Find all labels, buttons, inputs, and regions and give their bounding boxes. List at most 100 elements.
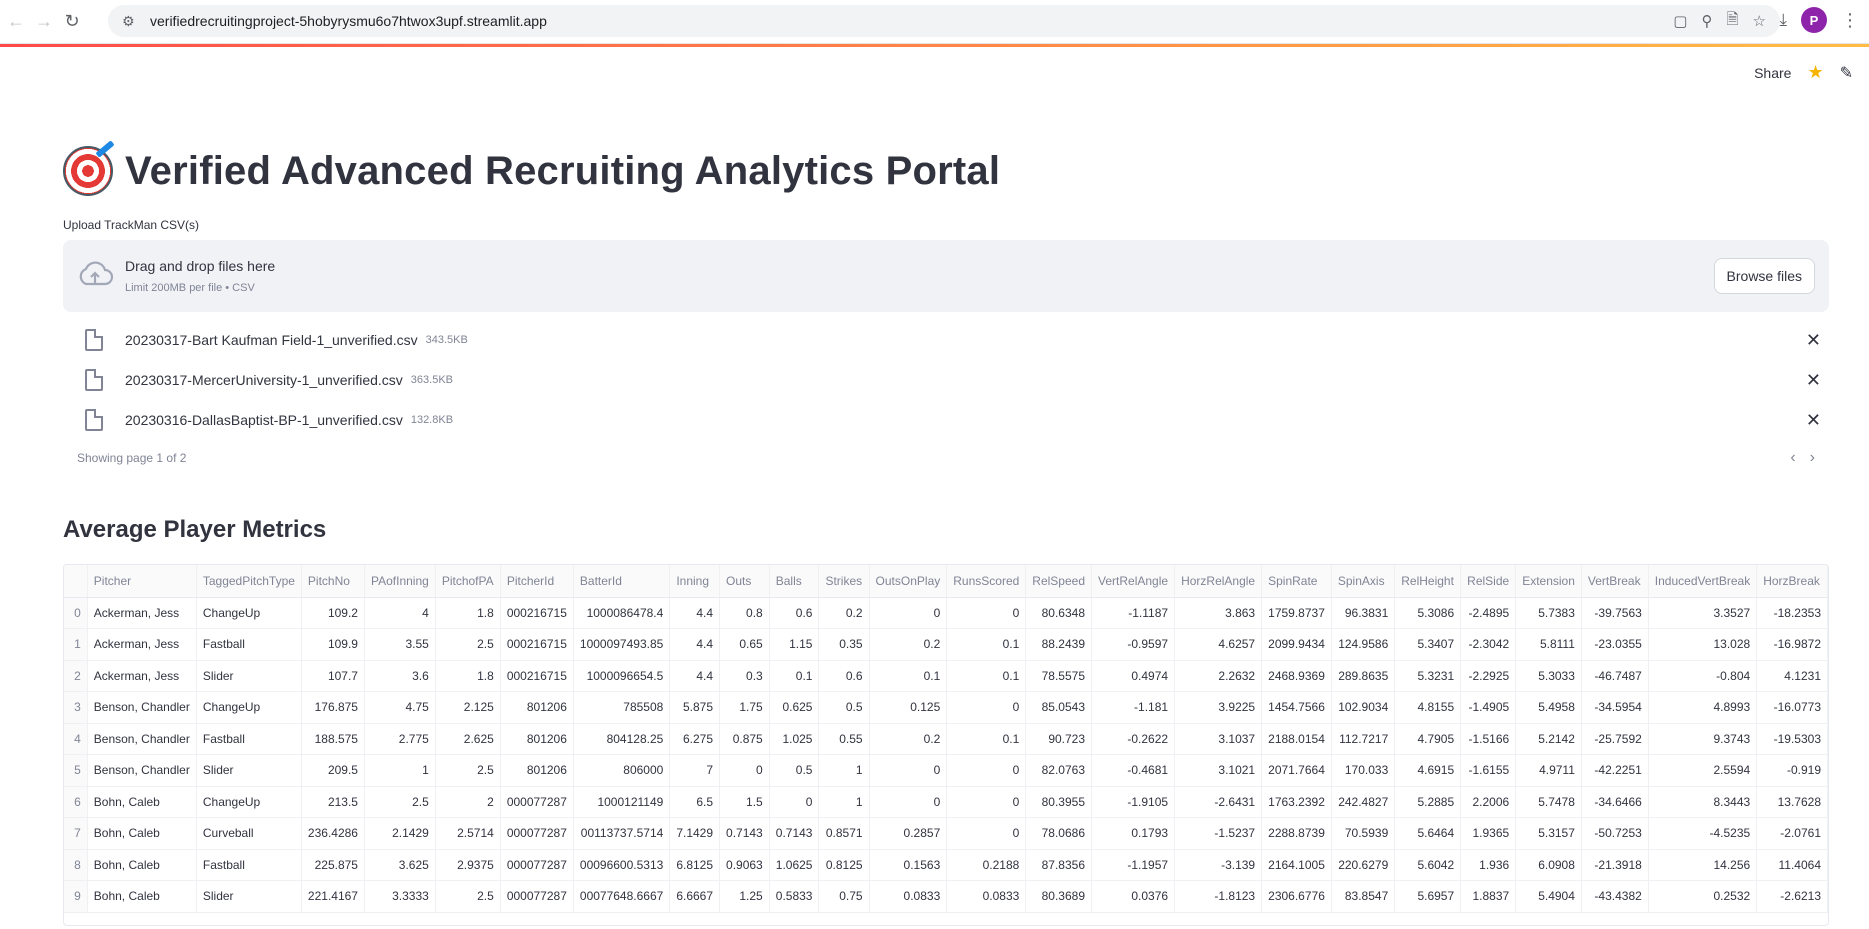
table-cell[interactable]: 785508 bbox=[573, 691, 671, 724]
table-cell[interactable]: 7 bbox=[669, 754, 721, 787]
table-cell[interactable]: 0.75 bbox=[818, 880, 870, 913]
table-cell[interactable]: 107.7 bbox=[301, 660, 365, 692]
table-cell[interactable]: 6.6667 bbox=[669, 880, 721, 913]
table-cell[interactable]: Curveball bbox=[196, 817, 302, 850]
table-cell[interactable]: 2.5 bbox=[364, 786, 436, 818]
table-cell[interactable]: 7.1429 bbox=[669, 817, 721, 850]
table-cell[interactable]: 5.6464 bbox=[1394, 817, 1462, 850]
table-cell[interactable]: 4 bbox=[364, 597, 436, 629]
table-cell[interactable]: ChangeUp bbox=[196, 786, 302, 818]
table-cell[interactable]: Bohn, Caleb bbox=[87, 817, 197, 850]
table-cell[interactable]: 2.2632 bbox=[1174, 660, 1263, 692]
table-cell[interactable]: 0.1563 bbox=[869, 849, 948, 881]
table-cell[interactable]: 00077648.6667 bbox=[573, 880, 671, 913]
table-cell[interactable]: 109.2 bbox=[301, 597, 365, 629]
table-cell[interactable]: 2 bbox=[435, 786, 501, 818]
site-info-icon[interactable]: ⚙ bbox=[122, 13, 142, 30]
table-cell[interactable]: 213.5 bbox=[301, 786, 365, 818]
remove-file-icon[interactable]: ✕ bbox=[1806, 370, 1821, 391]
forward-icon[interactable]: → bbox=[30, 8, 58, 36]
table-cell[interactable]: -4.5235 bbox=[1648, 817, 1758, 850]
table-cell[interactable]: 0.8571 bbox=[818, 817, 870, 850]
table-cell[interactable]: 176.875 bbox=[301, 691, 365, 724]
table-cell[interactable]: 4.8155 bbox=[1394, 691, 1462, 724]
column-header[interactable]: Strikes bbox=[818, 565, 870, 598]
table-cell[interactable]: Fastball bbox=[196, 849, 302, 881]
table-cell[interactable]: 236.4286 bbox=[301, 817, 365, 850]
table-cell[interactable]: 2.5594 bbox=[1648, 754, 1758, 787]
table-cell[interactable]: 4.9711 bbox=[1515, 754, 1582, 787]
row-index[interactable]: 5 bbox=[64, 754, 88, 787]
table-cell[interactable]: -2.6213 bbox=[1756, 880, 1828, 913]
column-header[interactable]: PAofInning bbox=[364, 565, 436, 598]
table-cell[interactable]: 1 bbox=[364, 754, 436, 787]
table-cell[interactable]: Slider bbox=[196, 660, 302, 692]
table-cell[interactable]: 2.775 bbox=[364, 723, 436, 755]
table-cell[interactable]: 000216715 bbox=[500, 660, 574, 692]
table-cell[interactable]: -2.2925 bbox=[1460, 660, 1517, 692]
table-cell[interactable]: 0 bbox=[769, 786, 820, 818]
table-cell[interactable]: 102.9034 bbox=[1331, 691, 1396, 724]
table-cell[interactable]: 109.9 bbox=[301, 628, 365, 661]
table-cell[interactable]: 801206 bbox=[500, 691, 574, 724]
table-cell[interactable]: -2.6431 bbox=[1174, 786, 1263, 818]
table-cell[interactable]: 2.5714 bbox=[435, 817, 501, 850]
table-cell[interactable]: 2.125 bbox=[435, 691, 501, 724]
table-cell[interactable]: -25.7592 bbox=[1581, 723, 1649, 755]
table-cell[interactable]: 0.5833 bbox=[769, 880, 820, 913]
table-cell[interactable]: 83.8547 bbox=[1331, 880, 1396, 913]
table-cell[interactable]: -16.9872 bbox=[1756, 628, 1828, 661]
file-dropzone[interactable]: Drag and drop files here Limit 200MB per… bbox=[63, 240, 1829, 312]
table-cell[interactable]: -34.5954 bbox=[1581, 691, 1649, 724]
table-cell[interactable]: 0.125 bbox=[869, 691, 948, 724]
table-cell[interactable]: 0.0833 bbox=[946, 880, 1027, 913]
table-cell[interactable]: 0.7143 bbox=[719, 817, 770, 850]
table-cell[interactable]: 3.6 bbox=[364, 660, 436, 692]
table-cell[interactable]: 4.6257 bbox=[1174, 628, 1263, 661]
table-cell[interactable]: 1.25 bbox=[719, 880, 770, 913]
table-cell[interactable]: 3.625 bbox=[364, 849, 436, 881]
table-cell[interactable]: 5.2142 bbox=[1515, 723, 1582, 755]
row-index[interactable]: 1 bbox=[64, 628, 88, 661]
table-cell[interactable]: 000216715 bbox=[500, 597, 574, 629]
table-cell[interactable]: -0.804 bbox=[1648, 660, 1758, 692]
table-cell[interactable]: 13.028 bbox=[1648, 628, 1758, 661]
table-cell[interactable]: 0 bbox=[946, 597, 1027, 629]
table-cell[interactable]: 2188.0154 bbox=[1261, 723, 1332, 755]
table-cell[interactable]: 5.6042 bbox=[1394, 849, 1462, 881]
edit-pencil-icon[interactable]: ✎ bbox=[1840, 63, 1853, 83]
column-header[interactable]: PitchNo bbox=[301, 565, 365, 598]
table-cell[interactable]: 2.9375 bbox=[435, 849, 501, 881]
column-header[interactable]: Pitcher bbox=[87, 565, 197, 598]
column-header[interactable] bbox=[64, 565, 88, 598]
table-cell[interactable]: 4.8993 bbox=[1648, 691, 1758, 724]
column-header[interactable]: HorzRelAngle bbox=[1174, 565, 1263, 598]
table-cell[interactable]: 1.025 bbox=[769, 723, 820, 755]
table-cell[interactable]: 0.6 bbox=[818, 660, 870, 692]
table-cell[interactable]: Bohn, Caleb bbox=[87, 786, 197, 818]
table-cell[interactable]: Ackerman, Jess bbox=[87, 660, 197, 692]
table-cell[interactable]: 3.1037 bbox=[1174, 723, 1263, 755]
table-cell[interactable]: -1.1957 bbox=[1091, 849, 1176, 881]
table-cell[interactable]: 0.5 bbox=[769, 754, 820, 787]
back-icon[interactable]: ← bbox=[2, 8, 30, 36]
column-header[interactable]: SpinAxis bbox=[1331, 565, 1396, 598]
table-cell[interactable]: 13.7628 bbox=[1756, 786, 1828, 818]
table-cell[interactable]: 8.3443 bbox=[1648, 786, 1758, 818]
table-cell[interactable]: 804128.25 bbox=[573, 723, 671, 755]
address-url[interactable]: verifiedrecruitingproject-5hobyrysmu6o7h… bbox=[150, 13, 547, 29]
table-cell[interactable]: 5.7478 bbox=[1515, 786, 1582, 818]
table-cell[interactable]: -0.2622 bbox=[1091, 723, 1176, 755]
favorite-star-icon[interactable]: ★ bbox=[1807, 62, 1823, 83]
reload-icon[interactable]: ↻ bbox=[58, 8, 86, 36]
table-cell[interactable]: 4.6915 bbox=[1394, 754, 1462, 787]
table-cell[interactable]: 2.5 bbox=[435, 628, 501, 661]
table-cell[interactable]: 242.4827 bbox=[1331, 786, 1396, 818]
table-cell[interactable]: 5.3231 bbox=[1394, 660, 1462, 692]
table-cell[interactable]: -2.0761 bbox=[1756, 817, 1828, 850]
table-cell[interactable]: 5.3033 bbox=[1515, 660, 1582, 692]
table-cell[interactable]: 80.3689 bbox=[1025, 880, 1093, 913]
table-row[interactable]: 8 Bohn, Caleb Fastball 225.875 3.625 2.9375 00… bbox=[64, 849, 1828, 881]
table-cell[interactable]: 188.575 bbox=[301, 723, 365, 755]
table-cell[interactable]: 0.5 bbox=[818, 691, 870, 724]
